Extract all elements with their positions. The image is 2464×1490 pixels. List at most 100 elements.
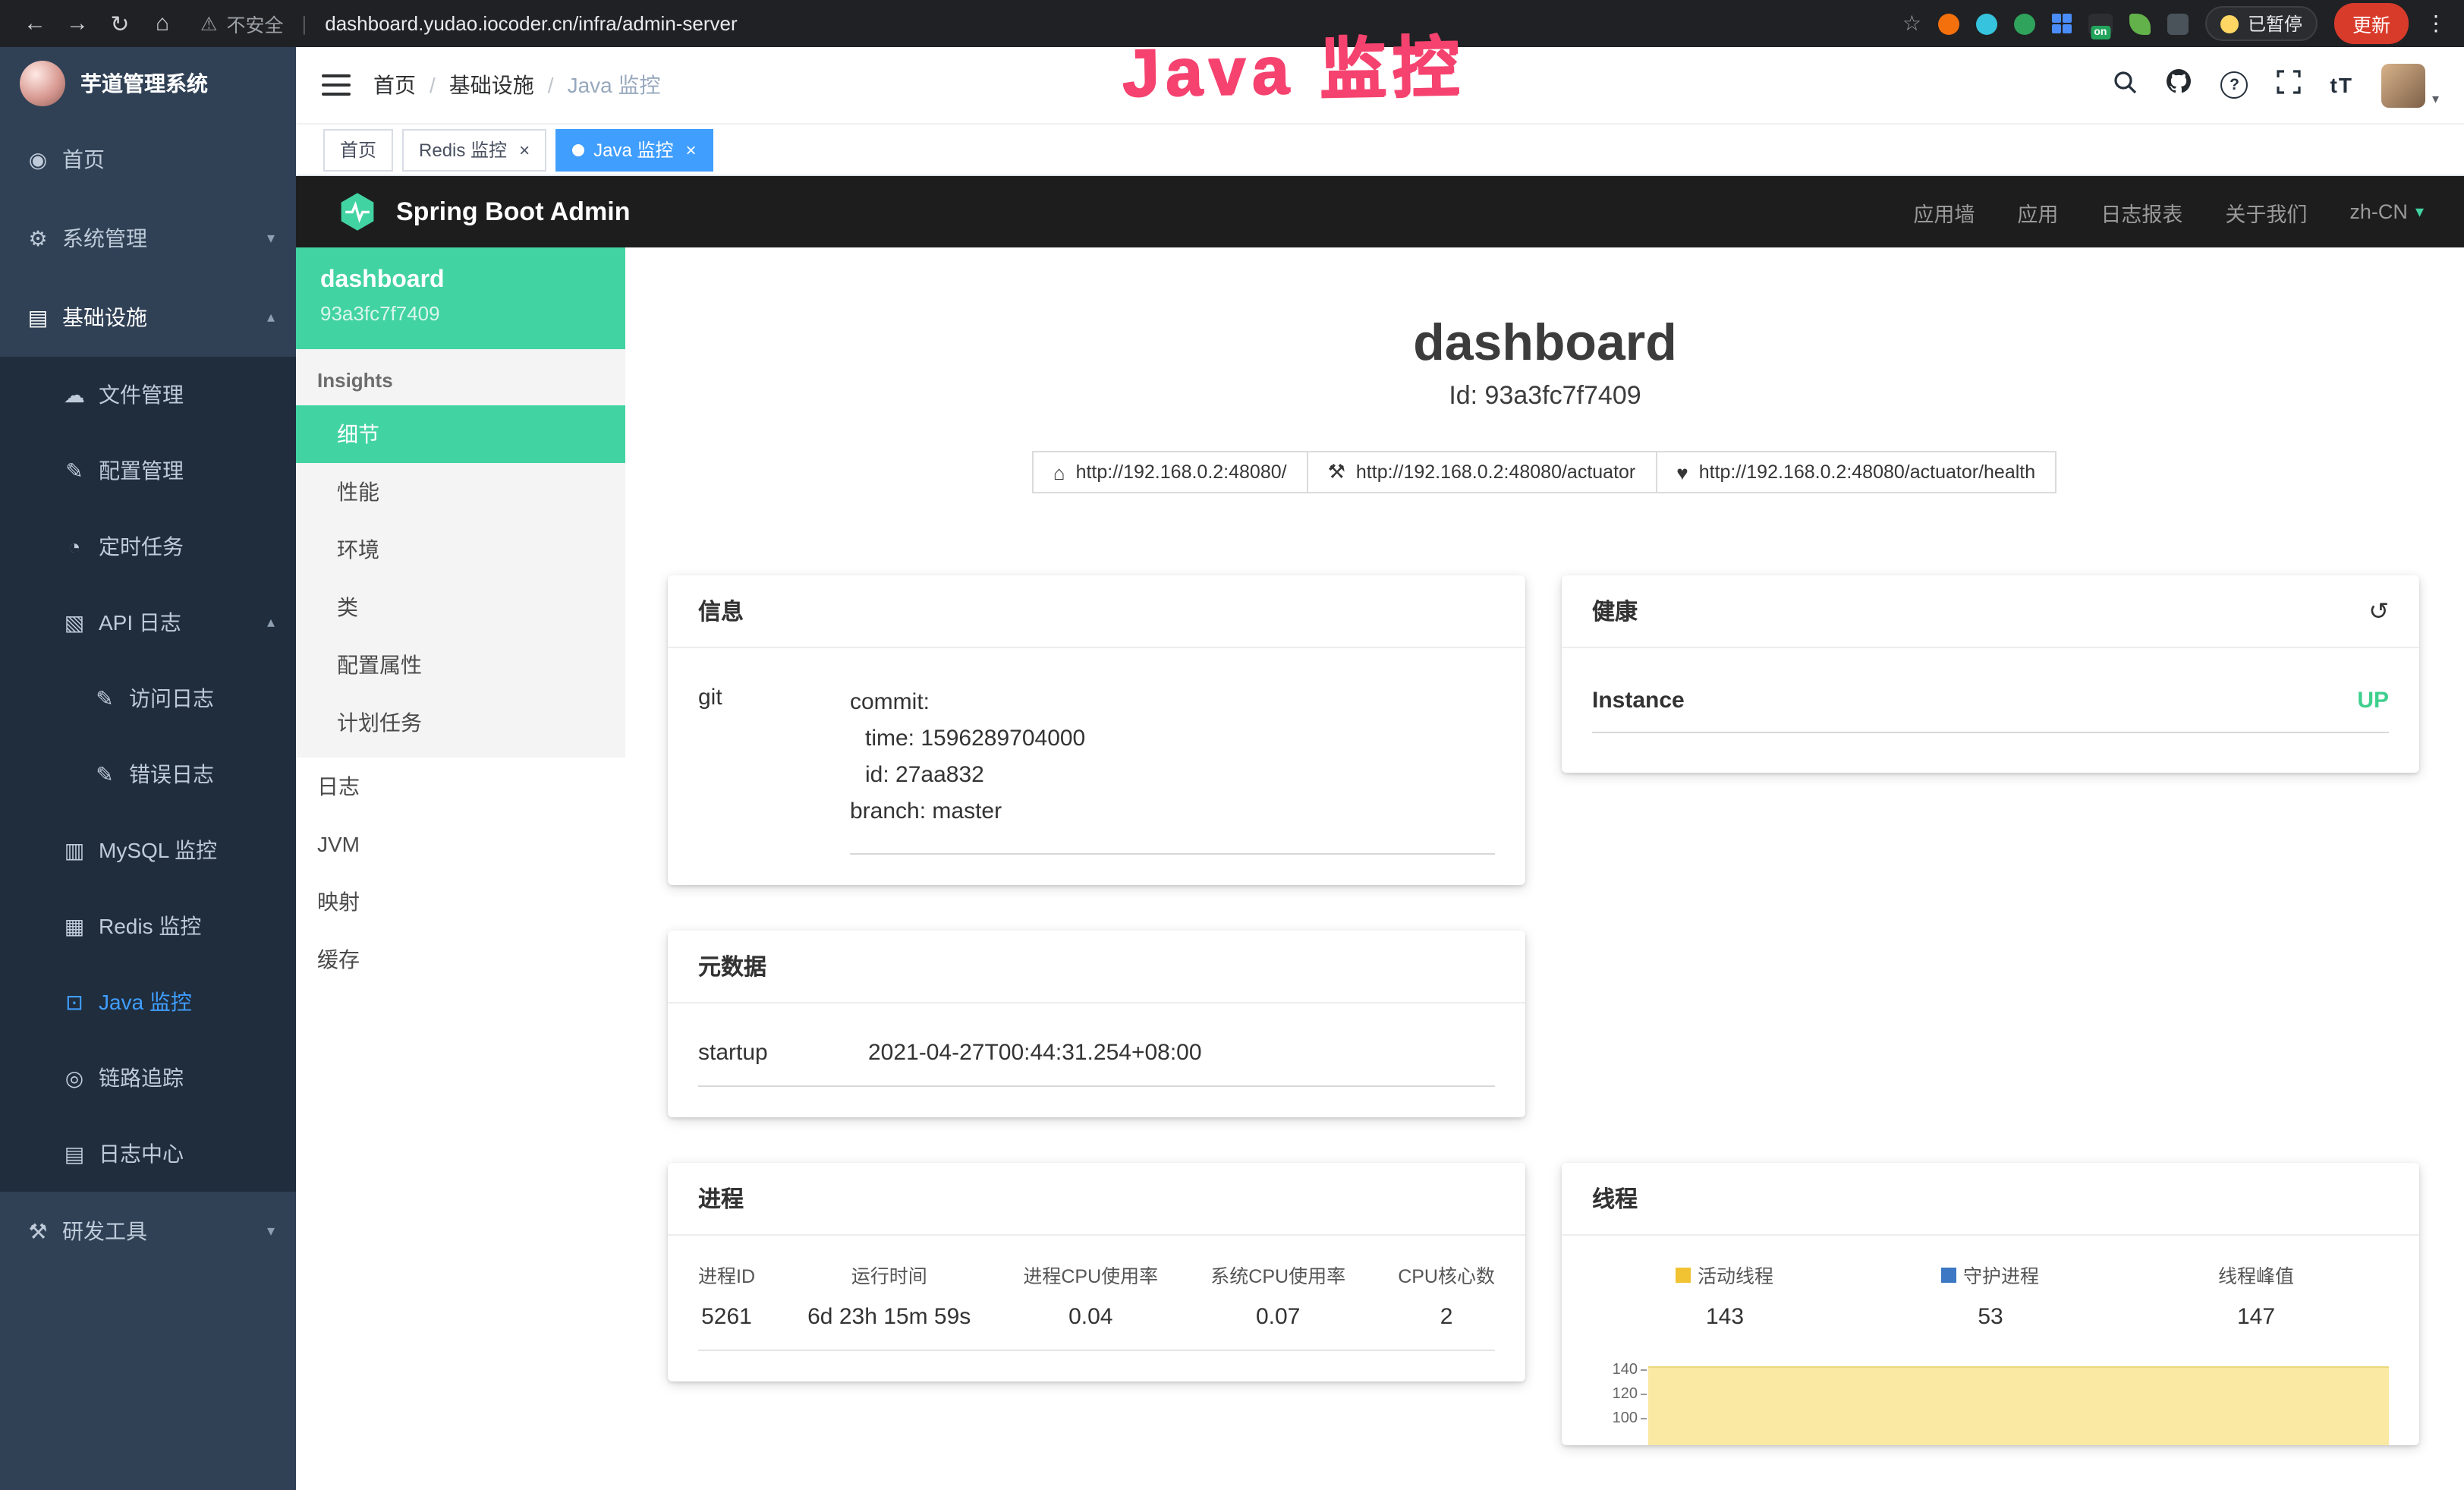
extension-icon-on-switch[interactable]: on	[2088, 13, 2113, 34]
active-tab-dot	[572, 143, 584, 156]
sba-nav-applications[interactable]: 应用	[2017, 197, 2058, 227]
font-size-icon[interactable]: tT	[2330, 73, 2353, 97]
sidebar-item-error-logs[interactable]: ✎ 错误日志	[0, 736, 296, 812]
sidebar-item-redis-monitor[interactable]: ▦ Redis 监控	[0, 888, 296, 964]
extension-icon-green-circle[interactable]	[2014, 13, 2035, 34]
service-url-button[interactable]: ⌂ http://192.168.0.2:48080/	[1032, 451, 1308, 493]
fullscreen-icon[interactable]	[2277, 69, 2302, 101]
tab-redis-monitor[interactable]: Redis 监控 ×	[402, 128, 546, 171]
instance-header[interactable]: dashboard 93a3fc7f7409	[296, 247, 625, 349]
update-button[interactable]: 更新	[2334, 3, 2409, 44]
menu-item-logs[interactable]: 日志	[296, 758, 625, 815]
health-url-button[interactable]: ♥ http://192.168.0.2:48080/actuator/heal…	[1655, 451, 2056, 493]
log-doc-icon: ✎	[88, 685, 121, 711]
logo-avatar	[20, 61, 65, 106]
menu-item-scheduled-tasks[interactable]: 计划任务	[296, 694, 625, 751]
menu-item-details[interactable]: 细节	[296, 405, 625, 463]
sba-header: Spring Boot Admin 应用墙 应用 日志报表 关于我们 zh-CN…	[296, 176, 2464, 247]
sidebar-item-log-center[interactable]: ▤ 日志中心	[0, 1116, 296, 1192]
search-icon[interactable]	[2113, 69, 2138, 101]
hamburger-icon[interactable]	[322, 74, 351, 96]
git-row: git commit: time: 1596289704000 id: 27aa…	[698, 685, 1495, 855]
sba-main: dashboard Id: 93a3fc7f7409 ⌂ http://192.…	[625, 247, 2464, 1490]
sidebar-item-scheduled-jobs[interactable]: ◔ 定时任务	[0, 509, 296, 584]
process-metric-pid: 进程ID 5261	[698, 1260, 755, 1330]
back-icon[interactable]: ←	[18, 11, 52, 36]
extension-icon-orange[interactable]	[1938, 13, 1959, 34]
sidebar-item-config-management[interactable]: ✎ 配置管理	[0, 433, 296, 509]
sidebar-item-dev-tools[interactable]: ⚒ 研发工具 ▾	[0, 1192, 296, 1271]
sba-nav-wall[interactable]: 应用墙	[1913, 197, 1975, 227]
chart-plot-area	[1647, 1357, 2389, 1445]
health-instance-row: Instance UP	[1592, 688, 2389, 733]
health-card-title: 健康	[1592, 595, 1638, 627]
paused-extension-badge[interactable]: 已暂停	[2205, 6, 2318, 41]
sidebar-item-link-tracing[interactable]: ◎ 链路追踪	[0, 1040, 296, 1116]
actuator-url-button[interactable]: ⚒ http://192.168.0.2:48080/actuator	[1307, 451, 1657, 493]
close-icon[interactable]: ×	[685, 139, 696, 160]
browser-menu-icon[interactable]: ⋮	[2425, 11, 2447, 36]
menu-item-environment[interactable]: 环境	[296, 521, 625, 578]
extension-icon-grid[interactable]	[2052, 14, 2072, 33]
instance-links: ⌂ http://192.168.0.2:48080/ ⚒ http://192…	[625, 451, 2464, 493]
sba-nav-about[interactable]: 关于我们	[2225, 197, 2307, 227]
menu-item-caches[interactable]: 缓存	[296, 931, 625, 988]
tab-home[interactable]: 首页	[323, 128, 393, 171]
browser-window: Java 监控 ← → ↻ ⌂ ⚠ 不安全 | dashboard.yudao.…	[0, 0, 2464, 1490]
menu-item-performance[interactable]: 性能	[296, 463, 625, 521]
log-doc-icon: ✎	[88, 761, 121, 787]
process-card-title: 进程	[668, 1163, 1525, 1236]
sidebar-item-java-monitor[interactable]: ⊡ Java 监控	[0, 964, 296, 1040]
caret-down-icon: ▾	[2432, 90, 2439, 107]
database-icon: ▦	[58, 913, 91, 939]
close-icon[interactable]: ×	[519, 139, 530, 160]
sidebar-item-file-management[interactable]: ☁ 文件管理	[0, 357, 296, 433]
history-icon[interactable]: ↺	[2368, 596, 2389, 626]
extension-icon-leaf[interactable]	[2129, 13, 2151, 34]
sba-root-menu: 日志 JVM 映射 缓存	[296, 758, 625, 988]
threads-legend: 活动线程 143 守护进程 53 线程峰值	[1592, 1260, 2389, 1330]
locale-selector[interactable]: zh-CN ▾	[2349, 200, 2424, 223]
document-icon: ▤	[58, 1141, 91, 1167]
bookmark-star-icon[interactable]: ☆	[1902, 11, 1921, 36]
tab-java-monitor[interactable]: Java 监控 ×	[555, 128, 713, 171]
menu-item-jvm[interactable]: JVM	[296, 815, 625, 873]
sba-brand[interactable]: Spring Boot Admin	[337, 191, 631, 232]
app-logo[interactable]: 芋道管理系统	[0, 47, 296, 120]
avatar	[2382, 63, 2426, 107]
help-icon[interactable]: ?	[2221, 71, 2248, 99]
sidebar-item-home[interactable]: ◉ 首页	[0, 120, 296, 199]
document-icon: ▧	[58, 610, 91, 635]
extension-icon-drop[interactable]	[1976, 13, 1997, 34]
process-metric-uptime: 运行时间 6d 23h 15m 59s	[807, 1260, 971, 1330]
security-indicator[interactable]: ⚠ 不安全	[200, 9, 283, 38]
paused-label: 已暂停	[2248, 11, 2302, 36]
metadata-card: 元数据 startup 2021-04-27T00:44:31.254+08:0…	[668, 931, 1525, 1117]
address-bar[interactable]: dashboard.yudao.iocoder.cn/infra/admin-s…	[325, 12, 737, 35]
sidebar-item-mysql-monitor[interactable]: ▥ MySQL 监控	[0, 812, 296, 888]
sba-body: dashboard 93a3fc7f7409 Insights 细节 性能 环境…	[296, 247, 2464, 1490]
sidebar-item-system-management[interactable]: ⚙ 系统管理 ▾	[0, 199, 296, 278]
sba-nav-journal[interactable]: 日志报表	[2101, 197, 2182, 227]
sidebar-item-api-logs[interactable]: ▧ API 日志 ▴	[0, 584, 296, 660]
breadcrumb-home[interactable]: 首页	[373, 70, 416, 100]
reload-icon[interactable]: ↻	[103, 10, 137, 37]
monitor-icon: ▤	[21, 304, 55, 330]
startup-row: startup 2021-04-27T00:44:31.254+08:00	[698, 1040, 1495, 1087]
menu-item-classes[interactable]: 类	[296, 578, 625, 636]
menu-item-mappings[interactable]: 映射	[296, 873, 625, 931]
menu-item-config-props[interactable]: 配置属性	[296, 636, 625, 694]
breadcrumb-infrastructure[interactable]: 基础设施	[449, 70, 534, 100]
user-menu[interactable]: ▾	[2382, 63, 2439, 107]
extension-icon-plugin[interactable]	[2167, 13, 2189, 34]
home-icon[interactable]: ⌂	[146, 11, 179, 36]
sidebar-item-access-logs[interactable]: ✎ 访问日志	[0, 660, 296, 736]
top-bar-actions: ? tT ▾	[2113, 63, 2440, 107]
github-icon[interactable]	[2167, 68, 2192, 102]
app-title: 芋道管理系统	[80, 68, 208, 99]
threads-chart: 140 120 100	[1592, 1357, 2389, 1445]
breadcrumb: 首页 / 基础设施 / Java 监控	[373, 70, 661, 100]
live-threads-area	[1648, 1366, 2389, 1445]
forward-icon[interactable]: →	[61, 11, 94, 36]
sidebar-item-infrastructure[interactable]: ▤ 基础设施 ▴	[0, 278, 296, 357]
